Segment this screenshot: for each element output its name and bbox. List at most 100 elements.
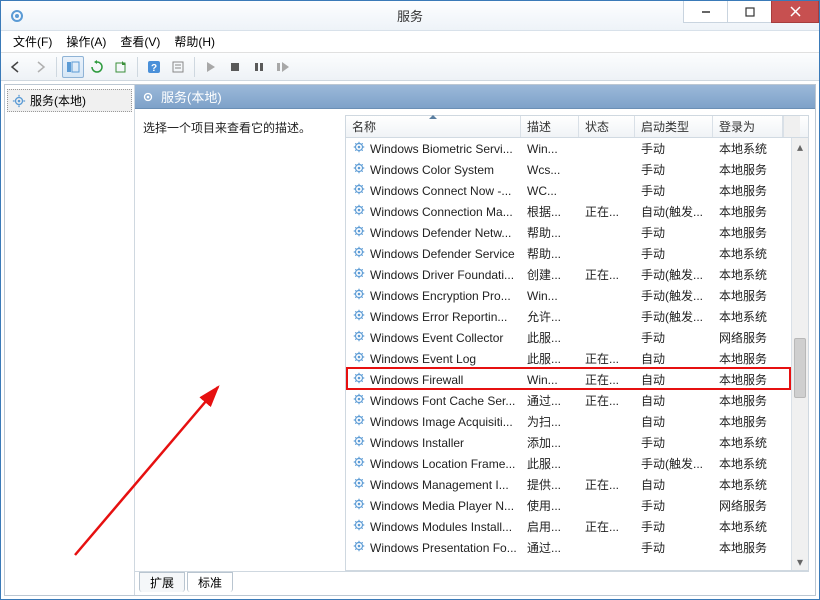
service-row[interactable]: Windows Color SystemWcs...手动本地服务 xyxy=(346,159,808,180)
gear-icon xyxy=(352,455,366,472)
service-row[interactable]: Windows Driver Foundati...创建...正在...手动(触… xyxy=(346,264,808,285)
tree-root-item[interactable]: 服务(本地) xyxy=(7,89,132,112)
service-name: Windows Location Frame... xyxy=(370,457,515,471)
stop-service-button[interactable] xyxy=(224,56,246,78)
service-logon: 本地系统 xyxy=(713,266,783,283)
detail-pane: 服务(本地) 选择一个项目来查看它的描述。 名称 描述 状态 启动类型 登录为 … xyxy=(135,85,815,595)
col-header-startup[interactable]: 启动类型 xyxy=(635,116,713,137)
service-logon: 本地服务 xyxy=(713,203,783,220)
service-logon: 本地服务 xyxy=(713,287,783,304)
menu-view[interactable]: 查看(V) xyxy=(114,31,166,52)
service-row[interactable]: Windows Event Collector此服...手动网络服务 xyxy=(346,327,808,348)
nav-forward-button[interactable] xyxy=(29,56,51,78)
service-desc: 帮助... xyxy=(521,224,579,241)
service-row[interactable]: Windows Media Player N...使用...手动网络服务 xyxy=(346,495,808,516)
list-rows: Windows Biometric Servi...Win...手动本地系统Wi… xyxy=(346,138,808,570)
col-header-status[interactable]: 状态 xyxy=(579,116,635,137)
service-startup: 自动 xyxy=(635,392,713,409)
tabs-bar: 扩展 标准 xyxy=(135,571,809,591)
col-header-desc[interactable]: 描述 xyxy=(521,116,579,137)
scrollbar[interactable]: ▴▾ xyxy=(791,138,808,570)
service-startup: 手动 xyxy=(635,182,713,199)
service-desc: 通过... xyxy=(521,539,579,556)
service-desc: 提供... xyxy=(521,476,579,493)
service-row[interactable]: Windows Error Reportin...允许...手动(触发...本地… xyxy=(346,306,808,327)
service-name: Windows Firewall xyxy=(370,373,463,387)
tree-root-label: 服务(本地) xyxy=(30,92,86,109)
pause-service-button[interactable] xyxy=(248,56,270,78)
service-row[interactable]: Windows Installer添加...手动本地系统 xyxy=(346,432,808,453)
service-row[interactable]: Windows Defender Netw...帮助...手动本地服务 xyxy=(346,222,808,243)
gear-icon xyxy=(352,140,366,157)
service-desc: 添加... xyxy=(521,434,579,451)
service-row[interactable]: Windows Management I...提供...正在...自动本地系统 xyxy=(346,474,808,495)
service-row[interactable]: Windows Connection Ma...根据...正在...自动(触发.… xyxy=(346,201,808,222)
scroll-thumb[interactable] xyxy=(794,338,806,398)
show-tree-button[interactable] xyxy=(62,56,84,78)
tab-extended[interactable]: 扩展 xyxy=(139,572,185,592)
description-panel: 选择一个项目来查看它的描述。 xyxy=(135,109,345,571)
service-name: Windows Biometric Servi... xyxy=(370,142,513,156)
gear-icon xyxy=(352,392,366,409)
service-desc: WC... xyxy=(521,184,579,198)
gear-icon xyxy=(352,518,366,535)
properties-button[interactable] xyxy=(167,56,189,78)
sort-indicator-icon xyxy=(429,115,437,119)
col-header-logon[interactable]: 登录为 xyxy=(713,116,783,137)
pane-header: 服务(本地) xyxy=(135,85,815,109)
export-button[interactable] xyxy=(110,56,132,78)
service-row[interactable]: Windows FirewallWin...正在...自动本地服务 xyxy=(346,369,808,390)
restart-service-button[interactable] xyxy=(272,56,294,78)
nav-back-button[interactable] xyxy=(5,56,27,78)
titlebar: 服务 xyxy=(1,1,819,31)
refresh-button[interactable] xyxy=(86,56,108,78)
menu-help[interactable]: 帮助(H) xyxy=(168,31,221,52)
service-logon: 本地系统 xyxy=(713,455,783,472)
service-status: 正在... xyxy=(579,392,635,409)
gear-icon xyxy=(352,350,366,367)
gear-icon xyxy=(352,203,366,220)
service-startup: 自动 xyxy=(635,476,713,493)
service-row[interactable]: Windows Presentation Fo...通过...手动本地服务 xyxy=(346,537,808,558)
scroll-up-icon[interactable]: ▴ xyxy=(792,138,808,155)
service-desc: Wcs... xyxy=(521,163,579,177)
service-startup: 手动 xyxy=(635,329,713,346)
gear-icon xyxy=(352,476,366,493)
service-desc: 通过... xyxy=(521,392,579,409)
start-service-button[interactable] xyxy=(200,56,222,78)
services-icon xyxy=(12,94,26,108)
maximize-button[interactable] xyxy=(727,1,772,23)
service-row[interactable]: Windows Connect Now -...WC...手动本地服务 xyxy=(346,180,808,201)
menu-file[interactable]: 文件(F) xyxy=(7,31,58,52)
help-button[interactable]: ? xyxy=(143,56,165,78)
service-logon: 本地系统 xyxy=(713,476,783,493)
service-row[interactable]: Windows Image Acquisiti...为扫...自动本地服务 xyxy=(346,411,808,432)
service-startup: 手动 xyxy=(635,497,713,514)
service-row[interactable]: Windows Biometric Servi...Win...手动本地系统 xyxy=(346,138,808,159)
service-row[interactable]: Windows Encryption Pro...Win...手动(触发...本… xyxy=(346,285,808,306)
service-row[interactable]: Windows Defender Service帮助...手动本地系统 xyxy=(346,243,808,264)
gear-icon xyxy=(352,413,366,430)
service-row[interactable]: Windows Modules Install...启用...正在...手动本地… xyxy=(346,516,808,537)
service-name: Windows Error Reportin... xyxy=(370,310,507,324)
service-row[interactable]: Windows Font Cache Ser...通过...正在...自动本地服… xyxy=(346,390,808,411)
tree-pane: 服务(本地) xyxy=(5,85,135,595)
service-logon: 本地服务 xyxy=(713,371,783,388)
tab-standard[interactable]: 标准 xyxy=(187,572,233,592)
service-logon: 本地服务 xyxy=(713,161,783,178)
service-startup: 手动 xyxy=(635,539,713,556)
service-name: Windows Modules Install... xyxy=(370,520,512,534)
service-startup: 自动 xyxy=(635,350,713,367)
col-header-name[interactable]: 名称 xyxy=(346,116,521,137)
service-row[interactable]: Windows Event Log此服...正在...自动本地服务 xyxy=(346,348,808,369)
close-button[interactable] xyxy=(771,1,819,23)
service-row[interactable]: Windows Location Frame...此服...手动(触发...本地… xyxy=(346,453,808,474)
service-startup: 手动(触发... xyxy=(635,266,713,283)
app-icon xyxy=(9,8,25,24)
scroll-down-icon[interactable]: ▾ xyxy=(792,553,808,570)
gear-icon xyxy=(352,161,366,178)
menu-action[interactable]: 操作(A) xyxy=(60,31,112,52)
minimize-button[interactable] xyxy=(683,1,728,23)
service-name: Windows Installer xyxy=(370,436,464,450)
list-header: 名称 描述 状态 启动类型 登录为 xyxy=(346,116,808,138)
